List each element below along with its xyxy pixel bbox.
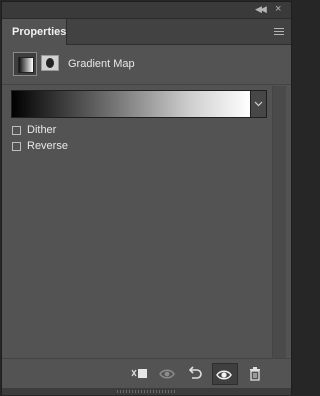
adjustment-title: Gradient Map (68, 58, 135, 70)
gradient-map-adjustment-icon[interactable] (13, 52, 37, 76)
clip-to-layer-button[interactable] (127, 363, 149, 385)
panel-footer-strip (2, 388, 291, 395)
trash-icon (250, 367, 260, 381)
clip-to-layer-icon (131, 369, 147, 378)
layer-mask-icon[interactable] (41, 55, 59, 71)
reset-button[interactable] (183, 363, 205, 385)
close-panel-icon[interactable]: × (275, 3, 285, 15)
resize-grip[interactable] (117, 390, 177, 393)
properties-panel: ◀◀ × Properties Gradient Map Dither Reve… (1, 1, 292, 395)
gradient-picker-dropdown[interactable] (251, 90, 267, 118)
reverse-label: Reverse (27, 140, 68, 152)
vertical-scrollbar[interactable] (272, 86, 286, 358)
toggle-visibility-button[interactable] (212, 363, 238, 385)
dither-option[interactable]: Dither (12, 123, 56, 137)
dither-checkbox[interactable] (12, 125, 21, 135)
reverse-checkbox[interactable] (12, 141, 21, 151)
tab-properties[interactable]: Properties (2, 19, 67, 45)
chevron-down-icon (254, 101, 263, 107)
collapse-panel-icon[interactable]: ◀◀ (255, 4, 269, 15)
panel-menu-icon[interactable] (274, 28, 284, 36)
adjustment-header: Gradient Map (2, 45, 291, 85)
dither-label: Dither (27, 124, 57, 136)
view-previous-state-icon (159, 369, 175, 379)
visibility-icon (216, 370, 232, 380)
reset-icon (188, 366, 202, 379)
delete-button[interactable] (244, 363, 266, 385)
view-previous-state-button[interactable] (155, 363, 177, 385)
panel-bottom-bar (2, 358, 291, 388)
panel-tab-row: Properties (2, 19, 291, 45)
reverse-option[interactable]: Reverse (12, 139, 68, 153)
gradient-preview-bar[interactable] (11, 90, 251, 118)
panel-top-bar: ◀◀ × (2, 2, 291, 19)
